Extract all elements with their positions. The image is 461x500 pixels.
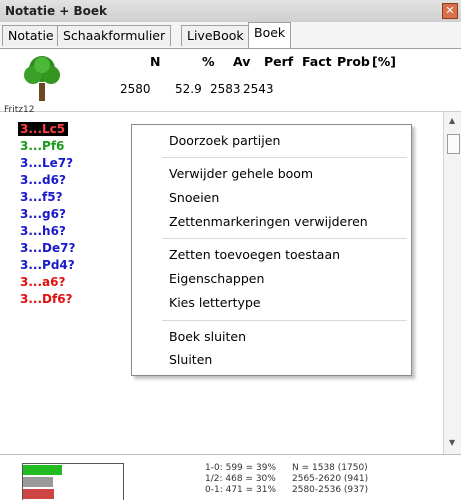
menu-separator: [162, 238, 407, 239]
col-perf[interactable]: Perf: [264, 54, 293, 69]
move-item[interactable]: 3...Pd4?: [20, 258, 75, 272]
menu-item-boek-sluiten[interactable]: Boek sluiten: [169, 328, 246, 346]
value-percent: 52.9: [175, 82, 202, 96]
close-icon[interactable]: ✕: [442, 3, 458, 19]
tree-icon: [24, 56, 60, 101]
white-win-bar: [23, 465, 62, 475]
stat-black-range: 2580-2536 (937): [292, 485, 369, 495]
stat-draw: 1/2: 468 = 30%: [205, 474, 276, 484]
value-av: 2583: [210, 82, 241, 96]
tab-notatie[interactable]: Notatie: [2, 25, 60, 46]
menu-item-verwijder-gehele-boom[interactable]: Verwijder gehele boom: [169, 165, 313, 183]
move-item[interactable]: 3...h6?: [20, 224, 66, 238]
tab-boek[interactable]: Boek: [248, 22, 292, 48]
black-win-bar: [23, 489, 54, 499]
move-item[interactable]: 3...f5?: [20, 190, 63, 204]
col-prob-percent[interactable]: [%]: [372, 54, 396, 69]
value-perf: 2543: [243, 82, 274, 96]
vertical-scrollbar[interactable]: ▲ ▼: [443, 112, 461, 454]
window-title: Notatie + Boek: [5, 4, 108, 18]
stat-black-win: 0-1: 471 = 31%: [205, 485, 277, 495]
move-item[interactable]: 3...g6?: [20, 207, 66, 221]
menu-item-zettenmarkeringen-verwijderen[interactable]: Zettenmarkeringen verwijderen: [169, 213, 368, 231]
scroll-up-icon[interactable]: ▲: [449, 116, 455, 125]
menu-item-doorzoek-partijen[interactable]: Doorzoek partijen: [169, 132, 280, 150]
col-fact[interactable]: Fact: [302, 54, 332, 69]
col-av[interactable]: Av: [233, 54, 250, 69]
col-n[interactable]: N: [150, 54, 160, 69]
move-item[interactable]: 3...Df6?: [20, 292, 73, 306]
menu-item-zetten-toevoegen-toestaan[interactable]: Zetten toevoegen toestaan: [169, 246, 340, 264]
scrollbar-thumb[interactable]: [447, 134, 460, 154]
move-item[interactable]: 3...d6?: [20, 173, 66, 187]
menu-item-sluiten[interactable]: Sluiten: [169, 351, 212, 369]
context-menu: Doorzoek partijen Verwijder gehele boom …: [131, 124, 412, 376]
move-item[interactable]: 3...Lc5: [18, 122, 69, 136]
book-header: N % Av Perf Fact Prob [%] 2580 52.9 2583…: [0, 49, 461, 115]
scroll-down-icon[interactable]: ▼: [449, 438, 455, 447]
tab-livebook[interactable]: LiveBook: [181, 25, 250, 46]
tab-schaakformulier[interactable]: Schaakformulier: [57, 25, 172, 46]
statistics-footer: 1-0: 599 = 39% 1/2: 468 = 30% 0-1: 471 =…: [0, 454, 461, 500]
stat-white-range: 2565-2620 (941): [292, 474, 369, 484]
move-item[interactable]: 3...a6?: [20, 275, 65, 289]
move-item[interactable]: 3...Le7?: [20, 156, 73, 170]
menu-item-eigenschappen[interactable]: Eigenschappen: [169, 270, 264, 288]
tab-bar: Notatie Schaakformulier LiveBook Boek: [0, 22, 461, 49]
menu-separator: [162, 157, 407, 158]
stat-summary: N = 1538 (1750): [292, 463, 368, 473]
draw-bar: [23, 477, 53, 487]
move-item[interactable]: 3...De7?: [20, 241, 75, 255]
value-n: 2580: [120, 82, 151, 96]
title-bar: Notatie + Boek ✕: [0, 0, 461, 23]
menu-item-snoeien[interactable]: Snoeien: [169, 189, 219, 207]
col-prob[interactable]: Prob: [337, 54, 370, 69]
result-bars: [22, 463, 124, 500]
col-percent[interactable]: %: [202, 54, 215, 69]
menu-separator: [162, 320, 407, 321]
menu-item-kies-lettertype[interactable]: Kies lettertype: [169, 294, 261, 312]
stat-white-win: 1-0: 599 = 39%: [205, 463, 277, 473]
move-item[interactable]: 3...Pf6: [20, 139, 64, 153]
